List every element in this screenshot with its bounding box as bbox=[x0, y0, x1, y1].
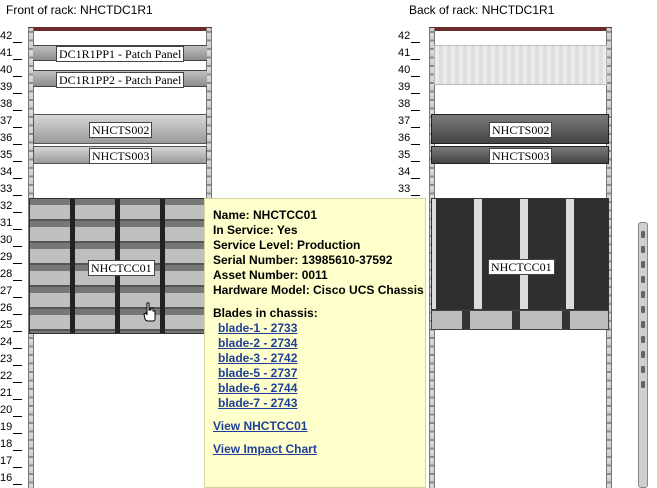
view-device-link[interactable]: View NHCTCC01 bbox=[213, 419, 307, 433]
blade-link[interactable]: blade-1 - 2733 bbox=[218, 321, 297, 335]
server-nhcts003-front[interactable]: NHCTS003 bbox=[33, 146, 207, 164]
unit-label: 25 bbox=[0, 317, 22, 334]
unit-label: 38 bbox=[398, 96, 420, 113]
device-label: NHCTS003 bbox=[89, 148, 153, 164]
unit-label: 42 bbox=[398, 28, 420, 45]
device-label: NHCTS003 bbox=[489, 148, 553, 164]
unit-label: 37 bbox=[0, 113, 22, 130]
server-nhcts003-back[interactable]: NHCTS003 bbox=[431, 146, 609, 164]
unit-label: 16 bbox=[0, 470, 22, 487]
chassis-nhctcc01-front[interactable]: NHCTCC01 bbox=[29, 198, 207, 334]
unit-label: 27 bbox=[0, 283, 22, 300]
unit-label: 35 bbox=[0, 147, 22, 164]
unit-label: 40 bbox=[398, 62, 420, 79]
unit-label: 19 bbox=[0, 419, 22, 436]
device-label: DC1R1PP2 - Patch Panel bbox=[56, 72, 185, 88]
blade-link[interactable]: blade-5 - 2737 bbox=[218, 366, 297, 380]
unit-label: 34 bbox=[0, 164, 22, 181]
unit-label: 35 bbox=[398, 147, 420, 164]
device-label: NHCTCC01 bbox=[488, 259, 555, 275]
unit-label: 24 bbox=[0, 334, 22, 351]
unit-label: 33 bbox=[0, 181, 22, 198]
blank-panel bbox=[434, 45, 607, 85]
unit-label: 32 bbox=[0, 198, 22, 215]
pdu-strip-right bbox=[638, 222, 648, 488]
chassis-power-supplies bbox=[431, 310, 609, 330]
device-label: DC1R1PP1 - Patch Panel bbox=[56, 46, 185, 62]
unit-label: 40 bbox=[0, 62, 22, 79]
tooltip-asset: Asset Number: 0011 bbox=[213, 268, 328, 282]
blade-link[interactable]: blade-7 - 2743 bbox=[218, 396, 297, 410]
unit-label: 38 bbox=[0, 96, 22, 113]
server-nhcts002-back[interactable]: NHCTS002 bbox=[431, 114, 609, 144]
unit-label: 28 bbox=[0, 266, 22, 283]
front-rack: 42 41 40 39 38 37 36 35 34 33 32 31 30 2… bbox=[0, 27, 215, 488]
back-rack: 42 41 40 39 38 37 36 35 34 33 32 31 30 2… bbox=[398, 27, 618, 488]
device-label: NHCTCC01 bbox=[88, 260, 155, 276]
unit-label: 41 bbox=[398, 45, 420, 62]
unit-label: 42 bbox=[0, 28, 22, 45]
device-info-tooltip: Name: NHCTCC01 In Service: Yes Service L… bbox=[204, 198, 426, 488]
view-impact-chart-link[interactable]: View Impact Chart bbox=[213, 442, 317, 456]
server-nhcts002-front[interactable]: NHCTS002 bbox=[33, 114, 207, 144]
unit-label: 36 bbox=[0, 130, 22, 147]
back-rack-title: Back of rack: NHCTDC1R1 bbox=[409, 3, 555, 17]
unit-label: 33 bbox=[398, 181, 420, 198]
unit-label: 29 bbox=[0, 249, 22, 266]
unit-label: 37 bbox=[398, 113, 420, 130]
back-rack-top-cap bbox=[429, 27, 612, 31]
unit-label: 17 bbox=[0, 453, 22, 470]
tooltip-service-level: Service Level: Production bbox=[213, 238, 361, 252]
unit-label: 31 bbox=[0, 215, 22, 232]
unit-label: 34 bbox=[398, 164, 420, 181]
unit-label: 30 bbox=[0, 232, 22, 249]
unit-label: 26 bbox=[0, 300, 22, 317]
front-rack-title: Front of rack: NHCTDC1R1 bbox=[6, 3, 153, 17]
device-label: NHCTS002 bbox=[489, 122, 553, 138]
chassis-nhctcc01-back[interactable]: NHCTCC01 bbox=[431, 198, 609, 310]
tooltip-blades-heading: Blades in chassis: bbox=[213, 306, 318, 320]
unit-label: 22 bbox=[0, 368, 22, 385]
blade-link[interactable]: blade-6 - 2744 bbox=[218, 381, 297, 395]
unit-label: 20 bbox=[0, 402, 22, 419]
unit-label: 21 bbox=[0, 385, 22, 402]
front-unit-labels: 42 41 40 39 38 37 36 35 34 33 32 31 30 2… bbox=[0, 28, 22, 487]
unit-label: 23 bbox=[0, 351, 22, 368]
unit-label: 39 bbox=[398, 79, 420, 96]
tooltip-in-service: In Service: Yes bbox=[213, 223, 298, 237]
tooltip-model: Hardware Model: Cisco UCS Chassis bbox=[213, 283, 424, 297]
front-rack-top-cap bbox=[28, 27, 212, 31]
unit-label: 39 bbox=[0, 79, 22, 96]
tooltip-serial: Serial Number: 13985610-37592 bbox=[213, 253, 393, 267]
patch-panel-1[interactable]: DC1R1PP1 - Patch Panel bbox=[33, 45, 207, 62]
hand-cursor-icon bbox=[143, 302, 156, 322]
unit-label: 18 bbox=[0, 436, 22, 453]
blade-link[interactable]: blade-2 - 2734 bbox=[218, 336, 297, 350]
tooltip-name: Name: NHCTCC01 bbox=[213, 208, 318, 222]
blade-link[interactable]: blade-3 - 2742 bbox=[218, 351, 297, 365]
device-label: NHCTS002 bbox=[89, 122, 153, 138]
unit-label: 36 bbox=[398, 130, 420, 147]
patch-panel-2[interactable]: DC1R1PP2 - Patch Panel bbox=[33, 70, 207, 88]
unit-label: 41 bbox=[0, 45, 22, 62]
